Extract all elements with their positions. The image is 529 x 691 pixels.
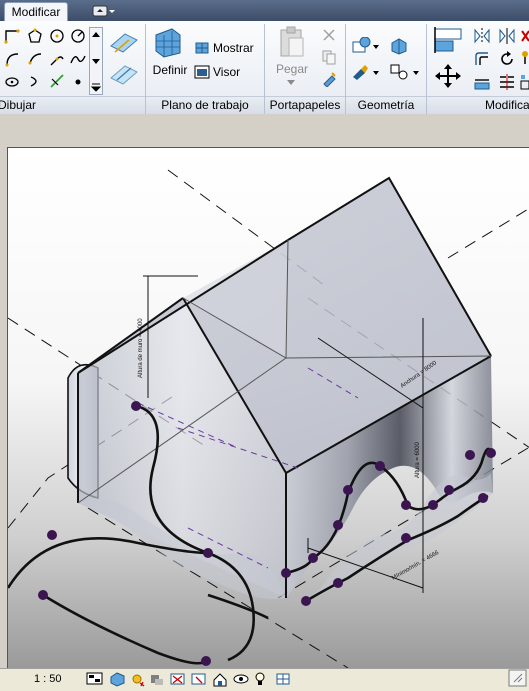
rotate-icon[interactable] — [497, 49, 517, 69]
shadows-icon[interactable] — [149, 671, 167, 687]
point-element-tool-icon[interactable] — [69, 72, 87, 90]
reference-plane-icon[interactable] — [106, 27, 140, 57]
tab-modificar[interactable]: Modificar — [4, 2, 68, 22]
model-line-plane-icon[interactable] — [106, 59, 140, 89]
panel-label-draw-text: Dibujar — [0, 98, 37, 112]
set-workplane-label: Definir — [152, 63, 188, 77]
ellipse-tool-icon[interactable] — [3, 72, 21, 90]
delete-icon[interactable] — [520, 26, 529, 46]
detail-level-icon[interactable] — [86, 671, 104, 687]
arc-clock-tool-icon[interactable] — [69, 27, 87, 45]
ribbon-options-dropdown[interactable] — [92, 5, 116, 17]
show-workplane-button[interactable]: Mostrar — [213, 41, 254, 55]
line-tool-icon[interactable] — [3, 27, 21, 45]
trim-extend-icon[interactable] — [472, 72, 492, 92]
model-drawing: Altura de muro = 4000 Anchura = 8000 Alt… — [8, 148, 529, 668]
offset-icon[interactable] — [472, 49, 492, 69]
reveal-hidden-icon[interactable] — [253, 671, 267, 687]
resize-grip-icon[interactable] — [508, 669, 528, 687]
panel-label-geometry[interactable]: Geometría — [346, 96, 426, 114]
move-icon[interactable] — [432, 62, 464, 90]
panel-label-modify-text: Modificar — [485, 98, 529, 112]
cut-geometry-icon[interactable] — [389, 36, 409, 56]
analytical-model-icon[interactable] — [275, 671, 293, 687]
paint-geometry-icon[interactable] — [351, 62, 381, 82]
arc-start-end-tool-icon[interactable] — [3, 50, 21, 68]
split-face-icon[interactable] — [389, 62, 421, 82]
workplane-viewer-button[interactable]: Visor — [213, 65, 240, 79]
lock-3d-view-icon[interactable] — [211, 671, 229, 687]
3d-view-canvas[interactable]: Altura de muro = 4000 Anchura = 8000 Alt… — [7, 147, 529, 669]
partial-ellipse-tool-icon[interactable] — [26, 72, 44, 90]
panel-label-modify[interactable]: Modificar — [427, 96, 529, 114]
join-geometry-icon[interactable] — [351, 36, 381, 56]
visual-style-icon[interactable] — [108, 671, 126, 687]
scale-selector[interactable]: 1 : 50 — [34, 673, 62, 685]
align-icon[interactable] — [432, 26, 464, 54]
arc-center-tool-icon[interactable] — [26, 50, 44, 68]
crop-region-icon[interactable] — [169, 671, 187, 687]
circle-tool-icon[interactable] — [48, 27, 66, 45]
panel-label-draw[interactable]: Dibujar — [0, 96, 145, 114]
sun-path-icon[interactable] — [128, 671, 146, 687]
unpin-icon[interactable] — [520, 49, 529, 69]
paste-dropdown-icon[interactable] — [286, 76, 296, 85]
panel-label-clipboard[interactable]: Portapapeles — [265, 96, 345, 114]
polygon-tool-icon[interactable] — [26, 27, 44, 45]
spline-tool-icon[interactable] — [69, 50, 87, 68]
show-workplane-icon[interactable] — [193, 39, 211, 57]
show-crop-icon[interactable] — [190, 671, 208, 687]
wall-height-annotation[interactable]: Altura de muro = 4000 — [138, 318, 144, 378]
dropdown-icon — [92, 5, 115, 17]
panel-label-workplane[interactable]: Plano de trabajo — [146, 96, 264, 114]
copy-icon[interactable] — [320, 48, 338, 66]
paste-button[interactable]: Pegar — [273, 62, 311, 76]
paste-icon[interactable] — [277, 25, 307, 59]
ribbon-tab-strip — [0, 0, 529, 21]
scale-icon[interactable] — [520, 72, 529, 92]
temporary-hide-icon[interactable] — [232, 671, 250, 687]
height-annotation[interactable]: Altura = 6000 — [415, 441, 421, 478]
draw-gallery-scroller[interactable] — [89, 27, 103, 95]
workplane-viewer-icon[interactable] — [193, 63, 211, 81]
set-workplane-icon[interactable] — [151, 26, 185, 60]
tangent-arc-tool-icon[interactable] — [48, 50, 66, 68]
split-element-icon[interactable] — [497, 72, 517, 92]
mirror-pick-axis-icon[interactable] — [472, 26, 492, 46]
cut-icon[interactable] — [320, 26, 338, 44]
match-properties-icon[interactable] — [320, 70, 338, 88]
mirror-draw-axis-icon[interactable] — [497, 26, 517, 46]
pick-lines-tool-icon[interactable] — [48, 72, 66, 90]
